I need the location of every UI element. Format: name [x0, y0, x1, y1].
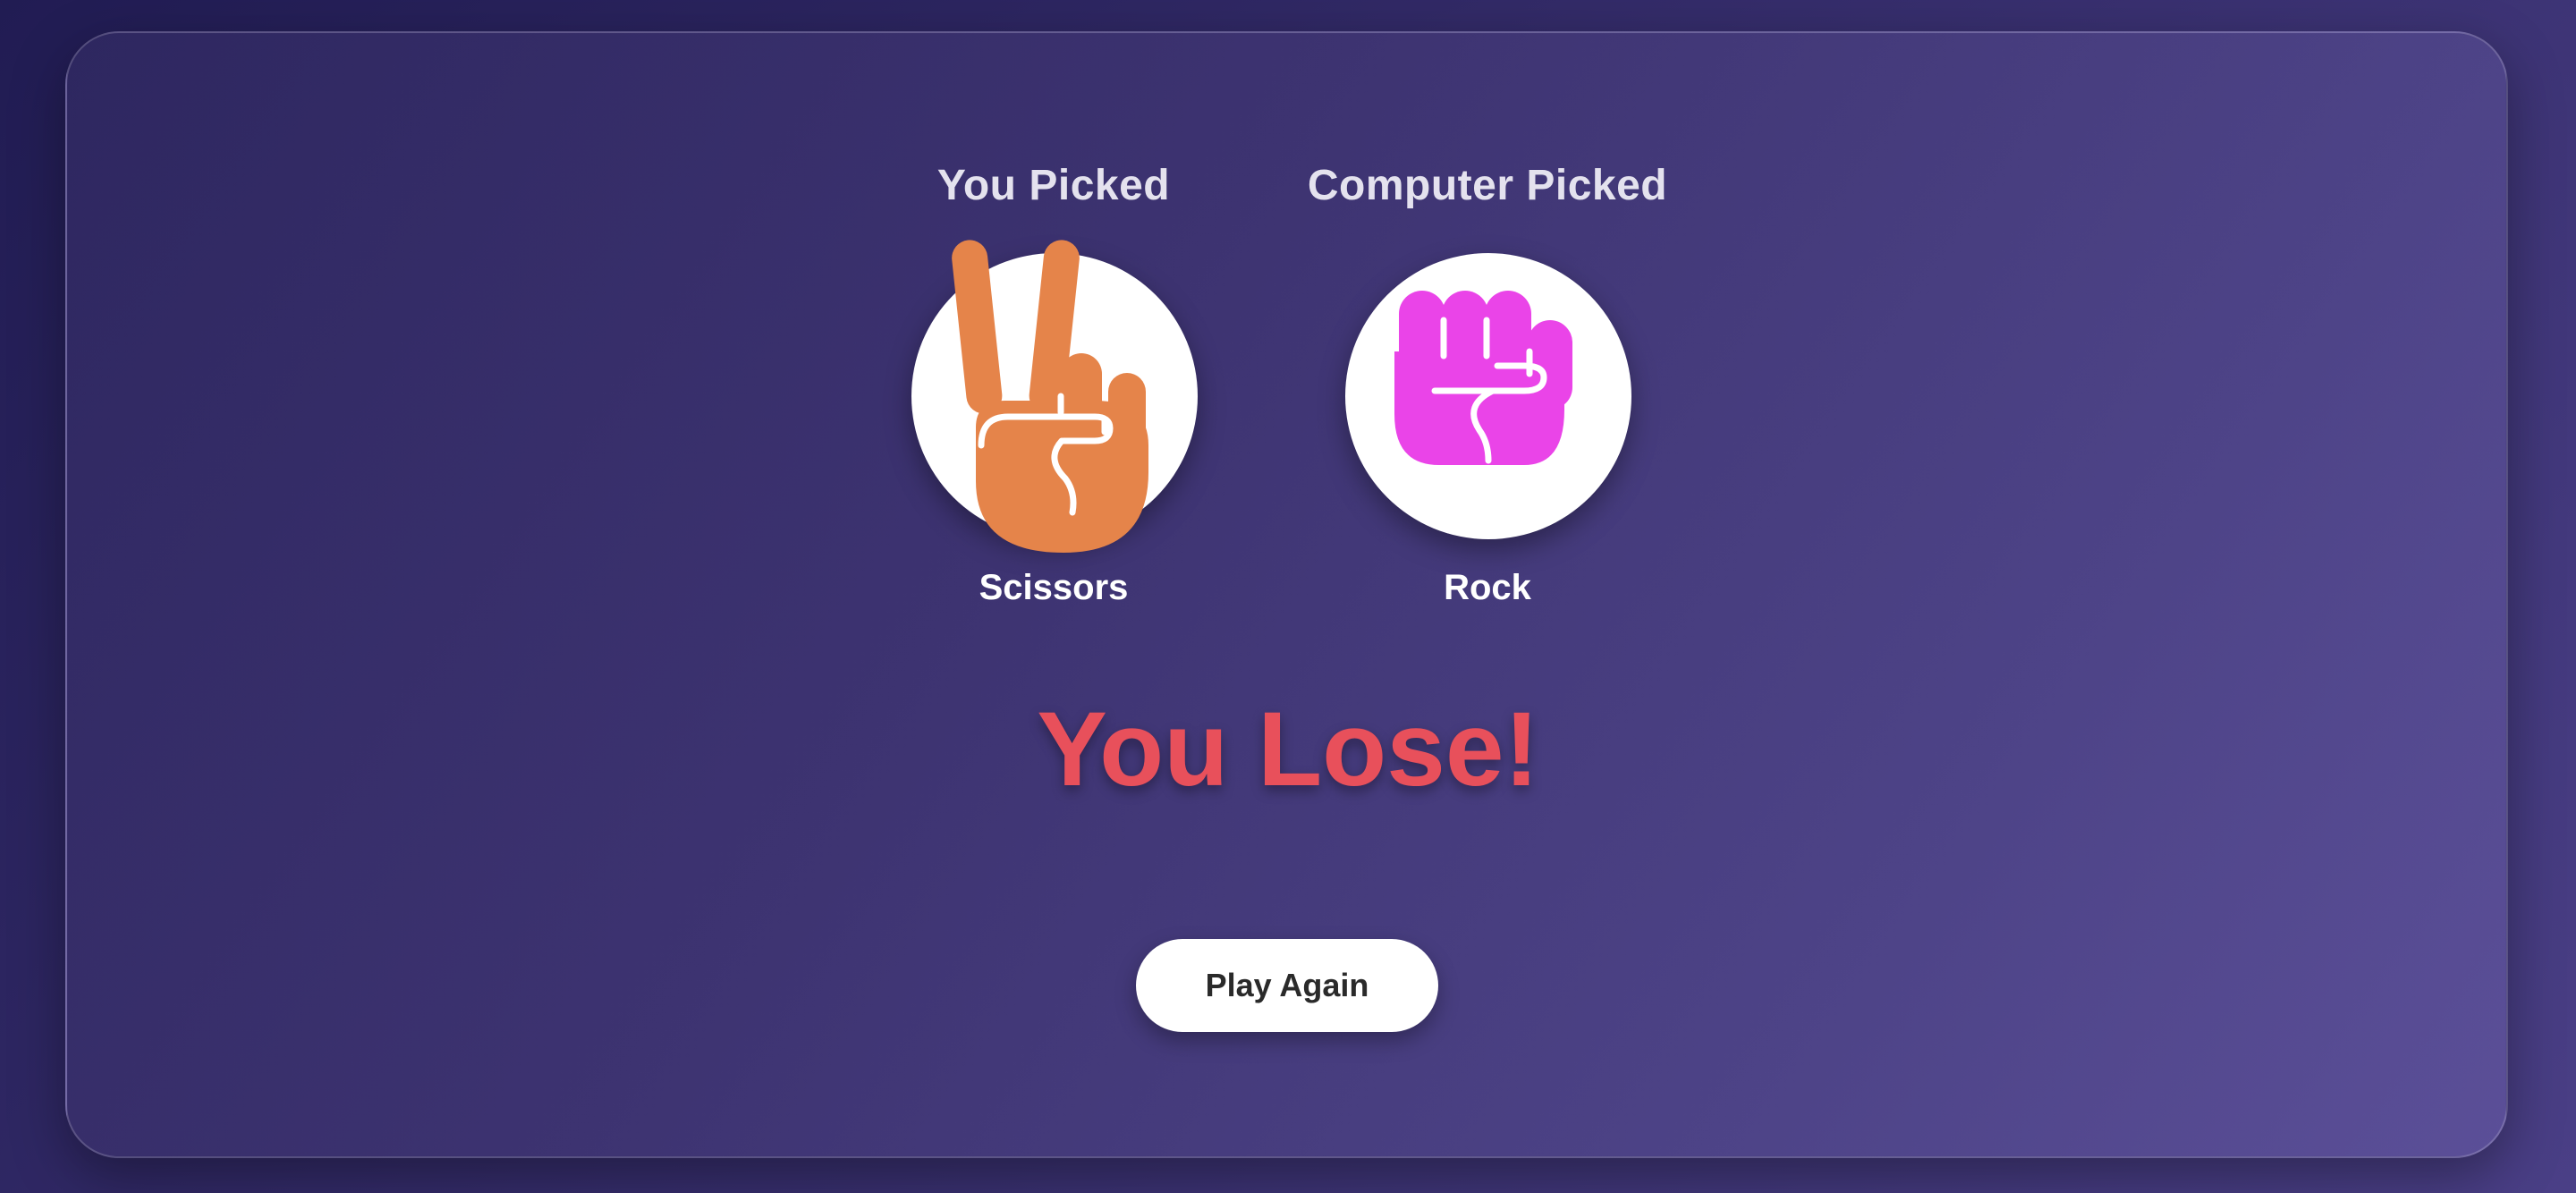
computer-pick-heading: Computer Picked [1307, 162, 1668, 209]
play-again-button[interactable]: Play Again [1136, 939, 1438, 1032]
player-choice-label: Scissors [979, 568, 1129, 607]
computer-choice-circle [1345, 253, 1631, 539]
result-message: You Lose! [1037, 690, 1539, 808]
scissors-hand-icon [952, 240, 1148, 553]
player-pick-heading: You Picked [936, 162, 1171, 209]
rock-fist-icon [1394, 291, 1572, 465]
player-choice-circle [911, 240, 1198, 553]
computer-choice-label: Rock [1444, 568, 1531, 607]
